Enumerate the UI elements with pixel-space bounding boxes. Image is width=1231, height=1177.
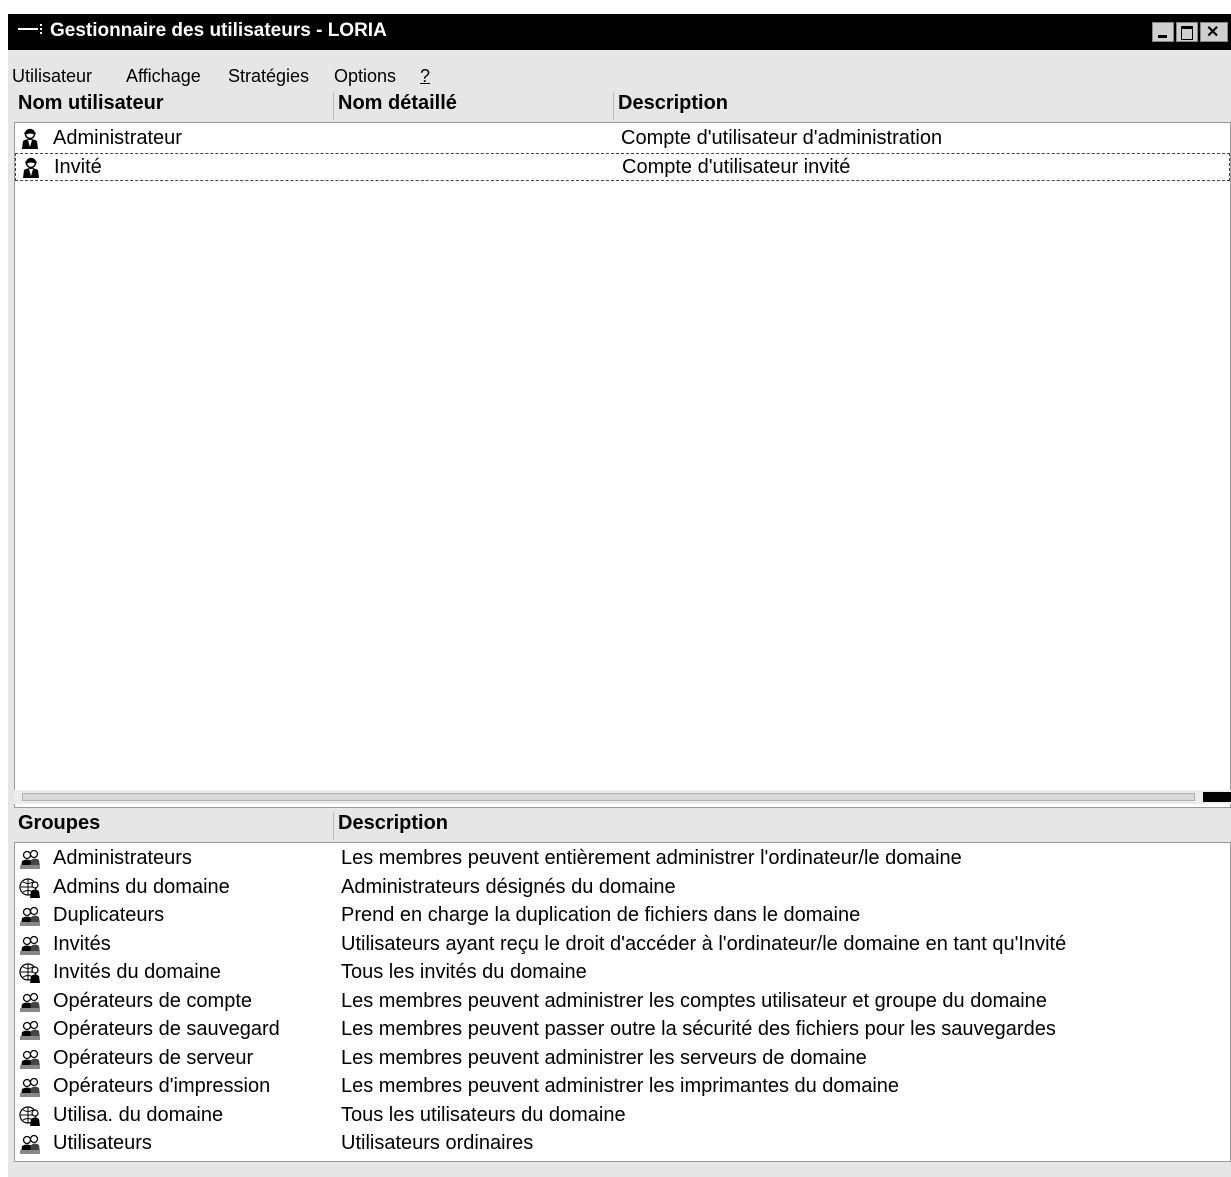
local-group-icon xyxy=(20,1049,40,1069)
group-row[interactable]: Opérateurs de sauvegard Les membres peuve… xyxy=(15,1016,1230,1044)
users-list[interactable]: Administrateur Compte d'utilisateur d'ad… xyxy=(14,122,1231,808)
local-group-icon xyxy=(20,1020,40,1040)
global-group-icon xyxy=(19,877,40,898)
group-description: Prend en charge la duplication de fichie… xyxy=(341,904,861,926)
user-row[interactable]: Invité Compte d'utilisateur invité xyxy=(15,153,1230,181)
window-title: Gestionnaire des utilisateurs - LORIA xyxy=(50,20,387,41)
group-row[interactable]: Admins du domaine Administrateurs désigné… xyxy=(15,874,1230,902)
user-row[interactable]: Administrateur Compte d'utilisateur d'ad… xyxy=(15,125,1230,153)
group-name: Admins du domaine xyxy=(53,875,230,898)
group-description: Les membres peuvent entièrement administ… xyxy=(341,847,962,869)
local-group-icon xyxy=(20,935,40,955)
group-name: Opérateurs d'impression xyxy=(53,1075,271,1097)
user-description: Compte d'utilisateur invité xyxy=(622,156,851,178)
group-description: Les membres peuvent administrer les impr… xyxy=(341,1075,900,1097)
groups-list[interactable]: Administrateurs Les membres peuvent entiè… xyxy=(14,842,1231,1162)
group-row[interactable]: Administrateurs Les membres peuvent entiè… xyxy=(15,845,1230,873)
title-bar[interactable]: Gestionnaire des utilisateurs - LORIA xyxy=(8,14,1231,50)
column-header-fullname[interactable]: Nom détaillé xyxy=(334,92,614,120)
group-name: Invités xyxy=(53,932,111,955)
group-name: Invités du domaine xyxy=(53,961,221,983)
menu-help[interactable]: ? xyxy=(420,66,430,87)
user-description: Compte d'utilisateur d'administration xyxy=(621,127,943,149)
group-description: Les membres peuvent administrer les serv… xyxy=(341,1046,867,1069)
system-menu-icon[interactable] xyxy=(18,23,46,39)
group-description: Utilisateurs ordinaires xyxy=(341,1132,534,1154)
menu-options[interactable]: Options xyxy=(334,66,396,87)
menu-strategies[interactable]: Stratégies xyxy=(228,66,309,87)
local-group-icon xyxy=(20,1077,40,1097)
column-header-group-description[interactable]: Description xyxy=(334,812,1231,840)
scrollbar-thumb[interactable] xyxy=(22,793,1195,801)
menu-affichage[interactable]: Affichage xyxy=(126,66,201,87)
group-name: Opérateurs de compte xyxy=(53,989,252,1012)
group-description: Tous les utilisateurs du domaine xyxy=(341,1103,626,1126)
group-name: Administrateurs xyxy=(53,847,192,869)
group-description: Les membres peuvent passer outre la sécu… xyxy=(341,1018,1056,1040)
user-name: Administrateur xyxy=(53,127,182,149)
group-description: Tous les invités du domaine xyxy=(341,961,587,983)
column-header-description[interactable]: Description xyxy=(614,92,1231,120)
group-row[interactable]: Duplicateurs Prend en charge la duplicati… xyxy=(15,902,1230,930)
user-icon xyxy=(22,128,38,149)
group-row[interactable]: Utilisateurs Utilisateurs ordinaires xyxy=(15,1130,1230,1158)
users-list-header: Nom utilisateur Nom détaillé Description xyxy=(14,90,1231,122)
group-name: Utilisateurs xyxy=(53,1132,152,1154)
group-name: Duplicateurs xyxy=(53,904,165,926)
group-row[interactable]: Opérateurs d'impression Les membres peuve… xyxy=(15,1073,1230,1101)
group-name: Opérateurs de serveur xyxy=(53,1046,254,1069)
group-description: Utilisateurs ayant reçu le droit d'accéd… xyxy=(341,932,1067,955)
minimize-button[interactable] xyxy=(1152,22,1174,42)
column-header-groups[interactable]: Groupes xyxy=(14,812,334,840)
user-manager-window: Gestionnaire des utilisateurs - LORIA Ut… xyxy=(8,14,1231,1177)
user-name: Invité xyxy=(54,156,102,178)
global-group-icon xyxy=(19,963,40,983)
close-button[interactable] xyxy=(1200,22,1228,42)
group-description: Administrateurs désignés du domaine xyxy=(341,875,676,898)
local-group-icon xyxy=(20,849,40,869)
global-group-icon xyxy=(19,1105,40,1126)
scrollbar-right-arrow[interactable] xyxy=(1203,792,1231,802)
local-group-icon xyxy=(20,906,40,926)
group-row[interactable]: Opérateurs de serveur Les membres peuvent… xyxy=(15,1045,1230,1073)
group-name: Opérateurs de sauvegard xyxy=(53,1018,280,1040)
column-header-username[interactable]: Nom utilisateur xyxy=(14,92,334,120)
group-row[interactable]: Invités Utilisateurs ayant reçu le droit … xyxy=(15,931,1230,959)
group-row[interactable]: Invités du domaine Tous les invités du do… xyxy=(15,959,1230,987)
local-group-icon xyxy=(20,992,40,1012)
maximize-button[interactable] xyxy=(1176,22,1198,42)
user-icon xyxy=(23,157,39,178)
local-group-icon xyxy=(20,1134,40,1154)
group-name: Utilisa. du domaine xyxy=(53,1103,224,1126)
menu-utilisateur[interactable]: Utilisateur xyxy=(12,66,92,87)
groups-list-header: Groupes Description xyxy=(14,810,1231,842)
group-description: Les membres peuvent administrer les comp… xyxy=(341,989,1047,1012)
group-row[interactable]: Opérateurs de compte Les membres peuvent … xyxy=(15,988,1230,1016)
horizontal-scrollbar[interactable] xyxy=(14,790,1231,804)
group-row[interactable]: Utilisa. du domaine Tous les utilisateurs… xyxy=(15,1102,1230,1130)
